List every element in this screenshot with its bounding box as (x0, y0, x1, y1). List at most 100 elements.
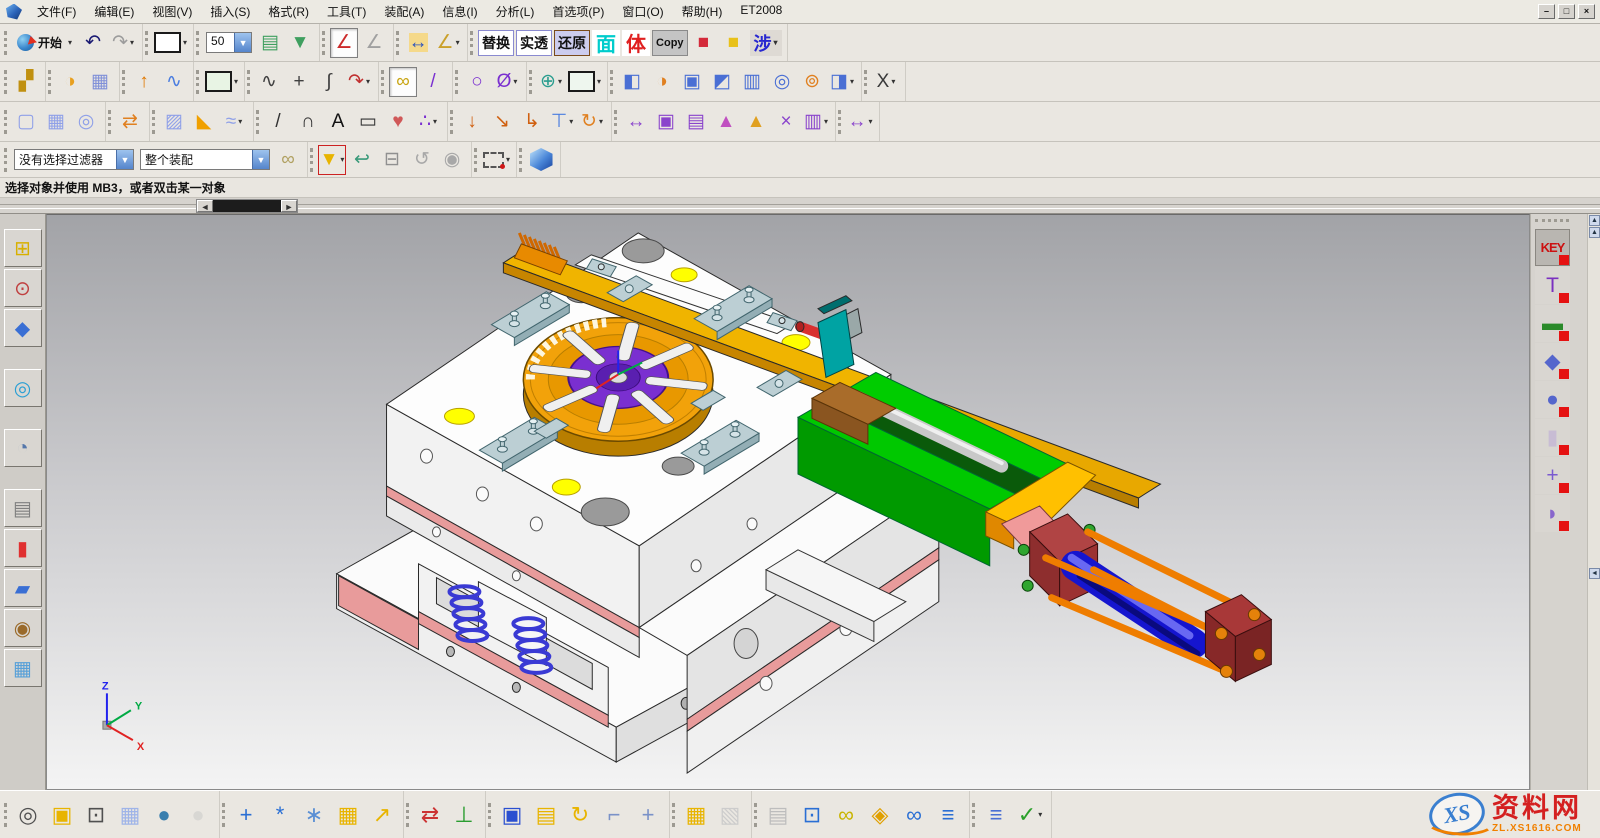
replace-face-button[interactable]: ▤ (682, 107, 710, 137)
body-display-button[interactable]: 体 (622, 30, 650, 56)
wcs-orient-button[interactable]: ∠ (360, 28, 388, 58)
scroll-mid-button[interactable]: ◄ (1589, 568, 1600, 579)
dropdown-arrow-icon[interactable]: ▾ (558, 77, 562, 86)
rectangle-select-button[interactable]: ▾ (482, 145, 511, 175)
internet-explorer-tab[interactable]: ◎ (4, 369, 42, 407)
ejector-part-button[interactable]: ▮ (1535, 419, 1570, 456)
sequence-button[interactable]: ↻ (564, 797, 596, 833)
line-preview-button[interactable]: / (419, 67, 447, 97)
swap-face-button[interactable]: ⇄ (116, 107, 144, 137)
sketch-plane-swatch[interactable]: ▾ (567, 67, 602, 97)
snap-point-button[interactable]: ▼▾ (318, 145, 346, 175)
resize-cylinder-button[interactable]: ▲ (742, 107, 770, 137)
copy-face-feature-button[interactable]: ▥▾ (802, 107, 830, 137)
product-view-button[interactable]: ⊡ (796, 797, 828, 833)
check-mate-button[interactable]: ✓▾ (1014, 797, 1046, 833)
profile-button[interactable]: ♥ (384, 107, 412, 137)
scene-tab[interactable]: ▰ (4, 569, 42, 607)
combine-projection-button[interactable]: ↘ (488, 107, 516, 137)
structure-report-button[interactable]: ≡ (932, 797, 964, 833)
find-component-button[interactable]: ◎ (12, 797, 44, 833)
interpart-select-button[interactable]: ∞ (274, 145, 302, 175)
layer-settings-button[interactable]: ▤ (256, 28, 284, 58)
dropdown-arrow-icon[interactable]: ▾ (340, 155, 344, 164)
menu-information[interactable]: 信息(I) (433, 0, 486, 23)
hydraulic-cylinder[interactable] (1002, 506, 1272, 681)
vertical-scrollbar[interactable]: ▲ ▲ ◄ (1587, 214, 1600, 790)
resize-blend-button[interactable]: ▲ (712, 107, 740, 137)
through-mesh-button[interactable]: ▦ (42, 107, 70, 137)
elbow-part-button[interactable]: ◗ (1535, 495, 1570, 532)
dropdown-arrow-icon[interactable]: ▾ (433, 117, 437, 126)
layer-combo[interactable]: 50▼ (206, 32, 252, 53)
measure-angle-button[interactable]: ∠▾ (434, 28, 462, 58)
boolean-shapes-button[interactable]: ⊕▾ (537, 67, 565, 97)
selection-scope-combo[interactable]: 整个装配▼ (140, 149, 270, 170)
yellow-cube-display-button[interactable]: ■ (720, 28, 748, 58)
ruled-surface-button[interactable]: ▢ (12, 107, 40, 137)
context-report-button[interactable]: ≡ (980, 797, 1012, 833)
sketch-button[interactable]: ▞ (12, 67, 40, 97)
dropdown-arrow-icon[interactable]: ▾ (183, 38, 187, 47)
dropdown-arrow-icon[interactable]: ▾ (850, 77, 854, 86)
new-parent-button[interactable]: ∗ (298, 797, 330, 833)
circle-points-button[interactable]: ○ (463, 67, 491, 97)
assembly-navigator-tab[interactable]: ⊞ (4, 229, 42, 267)
component-window-button[interactable]: ⊡ (80, 797, 112, 833)
explode-view-button[interactable]: ▤ (530, 797, 562, 833)
arrangement-button[interactable]: ▤ (762, 797, 794, 833)
line-button[interactable]: / (264, 107, 292, 137)
part-navigator-tab[interactable]: ◆ (4, 309, 42, 347)
wave-geometry-button[interactable]: ◈ (864, 797, 896, 833)
system-materials-tab[interactable]: ▤ (4, 489, 42, 527)
menu-edit[interactable]: 编辑(E) (85, 0, 143, 23)
selection-filter-combo-arrow[interactable]: ▼ (116, 150, 133, 169)
scroll-left-arrow[interactable]: ◄ (197, 200, 213, 212)
sheet-wave-button[interactable]: ≈▾ (220, 107, 248, 137)
plate-part-button[interactable]: ● (1535, 381, 1570, 418)
dropdown-arrow-icon[interactable]: ▾ (130, 38, 134, 47)
extrude-button[interactable]: ◧ (618, 67, 646, 97)
promote-body-button[interactable]: ▧ (714, 797, 746, 833)
hole-button[interactable]: ◎ (768, 67, 796, 97)
dropdown-arrow-icon[interactable]: ▾ (68, 38, 72, 47)
dropdown-arrow-icon[interactable]: ▾ (569, 117, 573, 126)
assembly-constraints-button[interactable]: ⊥ (448, 797, 480, 833)
menu-help[interactable]: 帮助(H) (673, 0, 732, 23)
offset-surface-button[interactable]: ▦ (86, 67, 114, 97)
blend-button[interactable]: ⊚ (798, 67, 826, 97)
menu-window[interactable]: 窗口(O) (613, 0, 672, 23)
menu-file[interactable]: 文件(F) (28, 0, 85, 23)
group-components-button[interactable]: ▦ (680, 797, 712, 833)
chamfer-button[interactable]: ◨▾ (828, 67, 856, 97)
extend-curve-button[interactable]: ↷▾ (345, 67, 373, 97)
point-set-button[interactable]: ∴▾ (414, 107, 442, 137)
key-part-button[interactable]: KEY (1535, 229, 1570, 266)
delete-face-button[interactable]: × (772, 107, 800, 137)
toolbar-drag-handle[interactable] (1535, 219, 1569, 225)
close-button[interactable]: × (1578, 4, 1595, 19)
bracket-part-button[interactable]: ◆ (1535, 343, 1570, 380)
text-button[interactable]: A (324, 107, 352, 137)
wave-link-button[interactable]: + (632, 797, 664, 833)
dropdown-arrow-icon[interactable]: ▾ (824, 117, 828, 126)
menu-assemblies[interactable]: 装配(A) (375, 0, 433, 23)
section-curve-button[interactable]: ⊤▾ (548, 107, 576, 137)
block-button[interactable]: ▣ (678, 67, 706, 97)
dropdown-arrow-icon[interactable]: ▾ (774, 38, 778, 47)
stretch-surface-button[interactable]: ∿ (160, 67, 188, 97)
menu-insert[interactable]: 插入(S) (201, 0, 259, 23)
constraint-navigator-tab[interactable]: ⊙ (4, 269, 42, 307)
minimize-button[interactable]: – (1538, 4, 1555, 19)
selection-scope-combo-arrow[interactable]: ▼ (252, 150, 269, 169)
background-tab[interactable]: ▦ (4, 649, 42, 687)
new-component-button[interactable]: * (264, 797, 296, 833)
move-face-button[interactable]: ↔ (622, 107, 650, 137)
wcs-dynamics-button[interactable]: ∠ (330, 28, 358, 58)
dropdown-arrow-icon[interactable]: ▾ (513, 77, 517, 86)
menu-preferences[interactable]: 首选项(P) (543, 0, 613, 23)
dropdown-arrow-icon[interactable]: ▾ (597, 77, 601, 86)
face-display-button[interactable]: 面 (592, 30, 620, 56)
scroll-thumb[interactable] (213, 200, 281, 212)
dropdown-arrow-icon[interactable]: ▾ (1038, 810, 1042, 819)
